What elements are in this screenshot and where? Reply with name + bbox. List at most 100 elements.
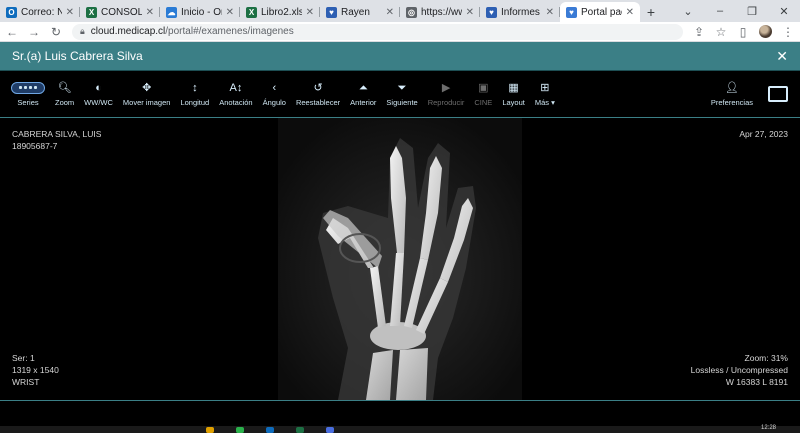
tool-zoom-button[interactable]: 🔍︎ Zoom [50,74,79,114]
restore-icon[interactable]: ❐ [736,0,768,22]
explorer-icon[interactable] [206,427,214,433]
tool-cine-button[interactable]: ▣ CINE [469,74,497,114]
browser-tab-title: https://www.c [421,6,462,18]
tool-annotation-button[interactable]: A↕ Anotación [214,74,257,114]
zoom-level: Zoom: 31% [744,353,788,363]
tool-layout-button[interactable]: ▦ Layout [497,74,530,114]
tool-move-button[interactable]: ✥ Mover imagen [118,74,176,114]
tool-label: Layout [502,97,525,107]
tool-label: Reproducir [427,97,465,107]
more-icon: ⊞ [540,81,550,94]
browser-tab[interactable]: O Correo: Nicol ✕ [0,2,80,22]
tool-angle-button[interactable]: ‹ Ángulo [258,74,291,114]
address-bar: ← → ↻ 🔒︎ cloud.medicap.cl/portal#/examen… [0,22,800,42]
browser-tab-title: Inicio - OneD [181,6,222,18]
image-dimensions: 1319 x 1540 [12,365,59,375]
sidepanel-icon[interactable]: ▯ [737,25,749,39]
angle-icon: ‹ [272,81,277,94]
close-tab-icon[interactable]: ✕ [306,7,314,18]
close-tab-icon[interactable]: ✕ [626,7,634,18]
browser-tab-title: CONSOLIDAD [101,6,142,18]
browser-tab[interactable]: ♥ Portal pacien ✕ [560,2,640,22]
bookmark-star-icon[interactable]: ☆ [715,25,727,39]
close-tab-icon[interactable]: ✕ [546,7,554,18]
browser-tab-title: Rayen [341,6,370,18]
tab-list: O Correo: Nicol ✕ X CONSOLIDAD ✕ ☁ Inicio - One… [0,0,640,22]
browser-tab[interactable]: ♥ Rayen ✕ [320,2,400,22]
tool-length-button[interactable]: ↕ Longitud [175,74,214,114]
browser-tab[interactable]: ♥ Informes Esta ✕ [480,2,560,22]
onedrive-icon: ☁ [166,6,177,18]
window-level: W 16383 L 8191 [725,377,788,387]
excel-icon: X [246,6,257,18]
lock-icon: 🔒︎ [80,26,85,36]
tool-play-button[interactable]: ▶ Reproducir [423,74,470,114]
os-taskbar: 12:28 [0,425,800,433]
compression: Lossless / Uncompressed [690,365,788,375]
tool-series-button[interactable]: Series [6,74,50,114]
patient-name: CABRERA SILVA, LUIS [12,129,102,139]
rayen-icon: ♥ [486,6,497,18]
tool-label: Siguiente [386,97,418,107]
globe-icon: ◎ [406,6,417,18]
user-icon: 👤︎ [724,81,739,94]
browser-tab[interactable]: ☁ Inicio - OneD ✕ [160,2,240,22]
move-icon: ✥ [142,81,152,94]
preferences-label: Preferencias [710,97,753,107]
browser-tab[interactable]: ◎ https://www.c ✕ [400,2,480,22]
tool-label: Mover imagen [122,97,171,107]
close-icon[interactable]: ✕ [776,48,788,65]
teams-icon[interactable] [326,427,334,433]
overlay-top-left: CABRERA SILVA, LUIS 18905687-7 [12,128,101,152]
browser-tab[interactable]: X CONSOLIDAD ✕ [80,2,160,22]
url-host: cloud.medicap.cl [90,26,166,37]
outlook-taskbar-icon[interactable] [266,427,274,433]
tool-label: WW/WC [84,97,113,107]
tool-more-button[interactable]: ⊞ Más ▾ [530,74,560,114]
portal-icon: ♥ [566,6,577,18]
tool-reset-button[interactable]: ↺ Reestablecer [291,74,345,114]
hand-xray-graphic [278,118,522,400]
fullscreen-icon[interactable] [768,86,788,102]
profile-avatar[interactable] [759,25,772,38]
preferences-button[interactable]: 👤︎ Preferencias [706,74,758,114]
excel-taskbar-icon[interactable] [296,427,304,433]
contrast-icon: ◐ [95,81,102,94]
browser-tab-title: Libro2.xlsx [261,6,302,18]
close-tab-icon[interactable]: ✕ [66,7,74,18]
series-icon [11,81,45,94]
minimize-icon[interactable]: – [704,0,736,22]
reload-icon[interactable]: ↻ [50,25,62,39]
tool-label: Reestablecer [295,97,341,107]
new-tab-button[interactable]: + [640,2,662,22]
tool-next-button[interactable]: ⏷ Siguiente [381,74,422,114]
tool-previous-button[interactable]: ⏶ Anterior [345,74,381,114]
tool-list: Series 🔍︎ Zoom ◐ WW/WC ✥ Mover imagen ↕ Longitud… [6,74,560,114]
window-controls: ⌄ – ❐ ✕ [672,0,800,22]
image-viewport[interactable]: CABRERA SILVA, LUIS 18905687-7 Apr 27, 2… [0,118,800,400]
close-tab-icon[interactable]: ✕ [146,7,154,18]
browser-tab-title: Portal pacien [581,6,622,18]
body-part: WRIST [12,377,40,387]
layout-icon: ▦ [508,81,519,94]
previous-icon: ⏶ [358,81,368,94]
series-number: Ser: 1 [12,353,35,363]
study-date: Apr 27, 2023 [739,129,788,139]
browser-tab[interactable]: X Libro2.xlsx ✕ [240,2,320,22]
url-field[interactable]: 🔒︎ cloud.medicap.cl/portal#/examenes/ima… [72,23,683,40]
close-tab-icon[interactable]: ✕ [466,7,474,18]
close-tab-icon[interactable]: ✕ [386,7,394,18]
overlay-top-right: Apr 27, 2023 [739,128,788,140]
close-tab-icon[interactable]: ✕ [226,7,234,18]
browser-tab-title: Informes Esta [501,6,542,18]
back-icon[interactable]: ← [6,25,18,39]
tool-label: Anotación [219,97,253,107]
chevron-down-icon[interactable]: ⌄ [672,0,704,22]
close-window-icon[interactable]: ✕ [768,0,800,22]
share-icon[interactable]: ⇪ [693,25,705,39]
forward-icon[interactable]: → [28,25,40,39]
menu-kebab-icon[interactable]: ⋮ [782,25,794,39]
length-icon: ↕ [192,81,198,94]
tool-contrast-button[interactable]: ◐ WW/WC [79,74,118,114]
chrome-icon[interactable] [236,427,244,433]
